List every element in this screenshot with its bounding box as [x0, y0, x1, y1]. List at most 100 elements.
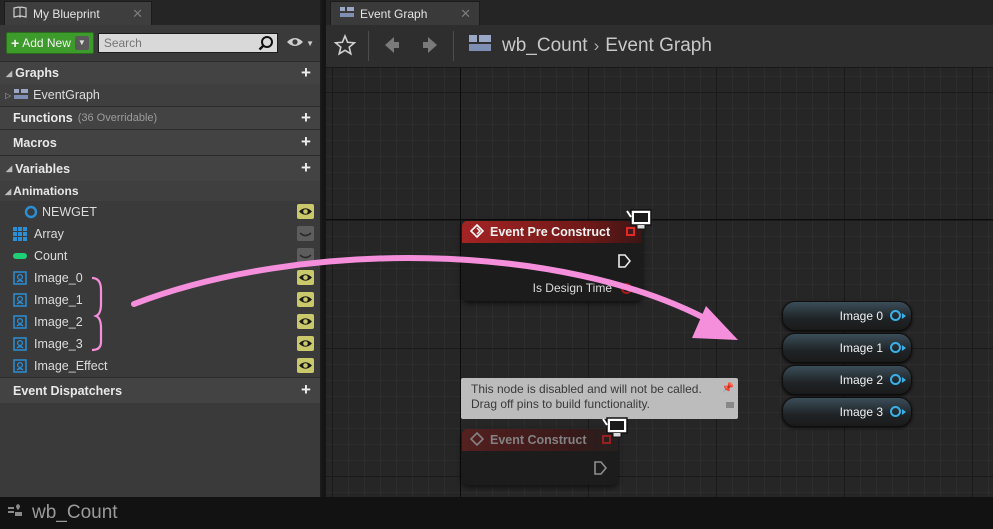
get-node-label: Image 2 [839, 373, 883, 387]
section-title: Variables [15, 161, 71, 176]
event-construct-node[interactable]: Event Construct [462, 429, 618, 485]
event-graph-item[interactable]: ▷ EventGraph [0, 84, 320, 106]
eye-icon[interactable] [297, 336, 314, 351]
add-variable-button[interactable]: + [298, 159, 314, 176]
eye-closed-icon[interactable] [297, 226, 314, 241]
overridable-count: (36 Overridable) [77, 112, 158, 124]
expand-triangle-icon[interactable]: ◢ [6, 164, 12, 173]
tab-label: My Blueprint [33, 6, 100, 21]
back-button[interactable] [373, 26, 411, 66]
category-title: Animations [13, 184, 79, 198]
add-new-button[interactable]: + Add New ▼ [6, 32, 94, 54]
variable-item[interactable]: Image_Effect [0, 355, 320, 377]
add-function-button[interactable]: + [298, 109, 314, 126]
event-dispatchers-section-header[interactable]: Event Dispatchers + [0, 377, 320, 403]
eye-icon[interactable] [297, 314, 314, 329]
output-pin[interactable] [890, 406, 901, 417]
image-var-icon [13, 337, 27, 351]
variable-name: Image_2 [34, 315, 83, 329]
event-graph-icon [13, 88, 29, 103]
tab-label: Event Graph [360, 6, 428, 21]
variable-name: Image_1 [34, 293, 83, 307]
blueprint-graph-icon [468, 34, 492, 58]
search-icon[interactable] [258, 35, 274, 54]
monitor-icon [626, 208, 654, 235]
variables-section-header[interactable]: ◢ Variables + [0, 155, 320, 181]
variable-item[interactable]: Image_2 [0, 311, 320, 333]
eye-icon[interactable] [297, 292, 314, 307]
event-graph-icon [339, 6, 355, 21]
eye-icon[interactable] [297, 204, 314, 219]
chevron-down-icon: ▼ [306, 38, 314, 48]
get-node-label: Image 0 [839, 309, 883, 323]
add-macro-button[interactable]: + [298, 133, 314, 150]
graph-toolbar: wb_Count › Event Graph [326, 25, 993, 68]
expand-triangle-icon[interactable]: ◢ [5, 187, 11, 196]
widget-blueprint-icon [6, 502, 24, 524]
comment-line: Drag off pins to build functionality. [471, 397, 650, 411]
variable-name: Image_0 [34, 271, 83, 285]
variable-item[interactable]: Image_1 [0, 289, 320, 311]
my-blueprint-panel: My Blueprint ✕ + Add New ▼ ▼ ◢ Graphs + … [0, 0, 322, 497]
variable-item[interactable]: NEWGET [0, 201, 320, 223]
breadcrumb-root[interactable]: wb_Count [502, 35, 588, 57]
exec-pin[interactable] [618, 254, 632, 271]
close-icon[interactable]: ✕ [132, 6, 143, 22]
ring-icon [24, 205, 38, 219]
close-icon[interactable]: ✕ [460, 6, 471, 22]
image-var-icon [13, 293, 27, 307]
disabled-node-comment[interactable]: This node is disabled and will not be ca… [461, 378, 738, 419]
search-input[interactable] [103, 36, 254, 50]
toolbar-divider [453, 31, 454, 61]
event-graph-tab[interactable]: Event Graph ✕ [330, 1, 480, 25]
get-node-label: Image 1 [839, 341, 883, 355]
macros-section-header[interactable]: Macros + [0, 129, 320, 155]
add-graph-button[interactable]: + [298, 64, 314, 81]
plus-icon: + [11, 35, 20, 51]
add-event-dispatcher-button[interactable]: + [298, 381, 314, 398]
graph-canvas[interactable]: Event Pre Construct Is Design Time This … [326, 68, 993, 497]
node-title: Event Pre Construct [490, 225, 611, 239]
comment-line: This node is disabled and will not be ca… [471, 382, 702, 396]
variable-item[interactable]: Array [0, 223, 320, 245]
variable-get-node[interactable]: Image 1 [782, 333, 912, 363]
animations-category[interactable]: ◢ Animations [0, 181, 320, 201]
breadcrumb-current[interactable]: Event Graph [605, 35, 712, 57]
output-pin[interactable] [890, 342, 901, 353]
toolbar-divider [368, 31, 369, 61]
variable-get-node[interactable]: Image 3 [782, 397, 912, 427]
section-title: Graphs [15, 66, 59, 80]
variable-item[interactable]: Image_0 [0, 267, 320, 289]
exec-pin[interactable] [594, 461, 608, 478]
variable-get-node[interactable]: Image 0 [782, 301, 912, 331]
eye-icon[interactable] [297, 270, 314, 285]
my-blueprint-tab[interactable]: My Blueprint ✕ [4, 1, 152, 25]
minimize-icon[interactable] [726, 402, 734, 408]
event-pre-construct-node[interactable]: Event Pre Construct Is Design Time [462, 221, 642, 301]
expand-triangle-icon[interactable]: ◢ [6, 69, 12, 78]
eye-icon[interactable] [297, 358, 314, 373]
eye-icon [286, 36, 304, 51]
output-pin[interactable] [890, 374, 901, 385]
output-pin[interactable] [890, 310, 901, 321]
favorite-button[interactable] [326, 26, 364, 66]
blueprint-toolbar: + Add New ▼ ▼ [0, 25, 320, 61]
variable-get-node[interactable]: Image 2 [782, 365, 912, 395]
variable-item[interactable]: Count [0, 245, 320, 267]
view-options-button[interactable]: ▼ [286, 36, 314, 51]
pin-icon[interactable]: 📌 [722, 381, 734, 396]
bool-pin[interactable] [621, 283, 632, 294]
event-diamond-icon [469, 223, 485, 241]
graphs-section-header[interactable]: ◢ Graphs + [0, 61, 320, 84]
variable-name: NEWGET [42, 205, 97, 219]
forward-button[interactable] [411, 26, 449, 66]
get-node-label: Image 3 [839, 405, 883, 419]
collapsed-triangle-icon[interactable]: ▷ [5, 91, 11, 100]
my-blueprint-tabbar: My Blueprint ✕ [0, 0, 320, 25]
search-box [97, 33, 279, 54]
functions-section-header[interactable]: Functions (36 Overridable) + [0, 106, 320, 129]
is-design-time-label: Is Design Time [532, 281, 612, 295]
variable-list: NEWGET Array Count Image_0 Image_1 Image_2 Ima… [0, 201, 320, 377]
variable-item[interactable]: Image_3 [0, 333, 320, 355]
eye-closed-icon[interactable] [297, 248, 314, 263]
